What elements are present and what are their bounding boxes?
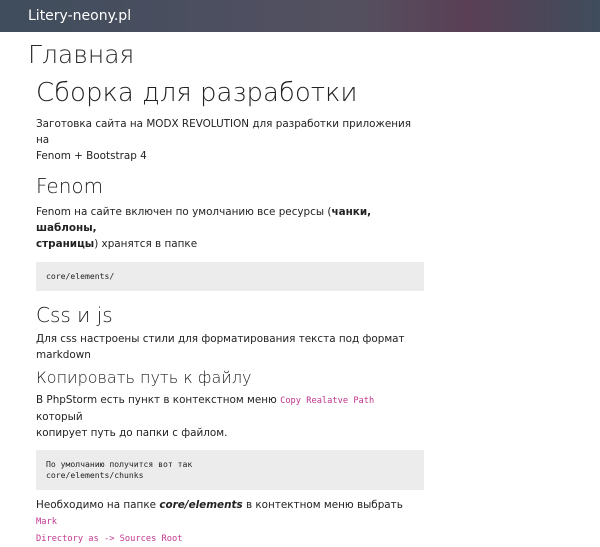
- fenom-paragraph: Fenom на сайте включен по умолчанию все …: [36, 204, 424, 252]
- article-content: Сборка для разработки Заготовка сайта на…: [36, 78, 424, 547]
- mark-text-middle: в контектном меню выбрать: [245, 499, 403, 512]
- copy-path-code-line-2: core/elements/chunks: [46, 470, 144, 481]
- mark-paragraph: Необходимо на папке core/elements в конт…: [36, 497, 424, 547]
- intro-line-1: Заготовка сайта на MODX REVOLUTION для р…: [36, 118, 412, 147]
- fenom-heading: Fenom: [36, 174, 104, 199]
- fenom-text-suffix: ) хранятся в папке: [94, 238, 198, 251]
- css-paragraph: Для css настроены стили для форматирован…: [36, 333, 405, 362]
- copy-path-text-prefix: В PhpStorm есть пункт в контекстном меню: [36, 394, 277, 407]
- css-heading: Css и js: [36, 303, 113, 328]
- copy-path-code-line-1: По умолчанию получится вот так: [46, 458, 193, 469]
- fenom-code-block: core/elements/: [36, 262, 424, 292]
- fenom-code: core/elements/: [46, 270, 115, 281]
- top-navbar: Litery-neony.pl: [0, 0, 600, 32]
- site-brand-link[interactable]: Litery-neony.pl: [28, 8, 131, 24]
- copy-path-heading: Копировать путь к файлу: [36, 368, 252, 388]
- fenom-text-prefix: Fenom на сайте включен по умолчанию все …: [36, 206, 332, 219]
- page-title: Главная: [28, 40, 135, 69]
- mark-bold-italic-path: core/elements: [159, 499, 243, 512]
- fenom-text-bold-2: страницы: [36, 238, 95, 251]
- copy-path-text-suffix: который: [36, 411, 83, 424]
- copy-path-inline-code: Copy Realatve Path: [280, 396, 375, 407]
- copy-path-text-line-2: копирует путь до папки с файлом.: [36, 427, 228, 440]
- mark-inline-code-1: Mark: [36, 517, 57, 528]
- intro-line-2: Fenom + Bootstrap 4: [36, 150, 147, 163]
- copy-path-paragraph: В PhpStorm есть пункт в контекстном меню…: [36, 392, 424, 441]
- intro-paragraph: Заготовка сайта на MODX REVOLUTION для р…: [36, 116, 424, 164]
- article-heading: Сборка для разработки: [36, 78, 358, 108]
- copy-path-code-block: По умолчанию получится вот так core/eleme…: [36, 450, 424, 491]
- mark-inline-code-2: Directory as -> Sources Root: [36, 534, 183, 545]
- mark-text-prefix: Необходимо на папке: [36, 499, 156, 512]
